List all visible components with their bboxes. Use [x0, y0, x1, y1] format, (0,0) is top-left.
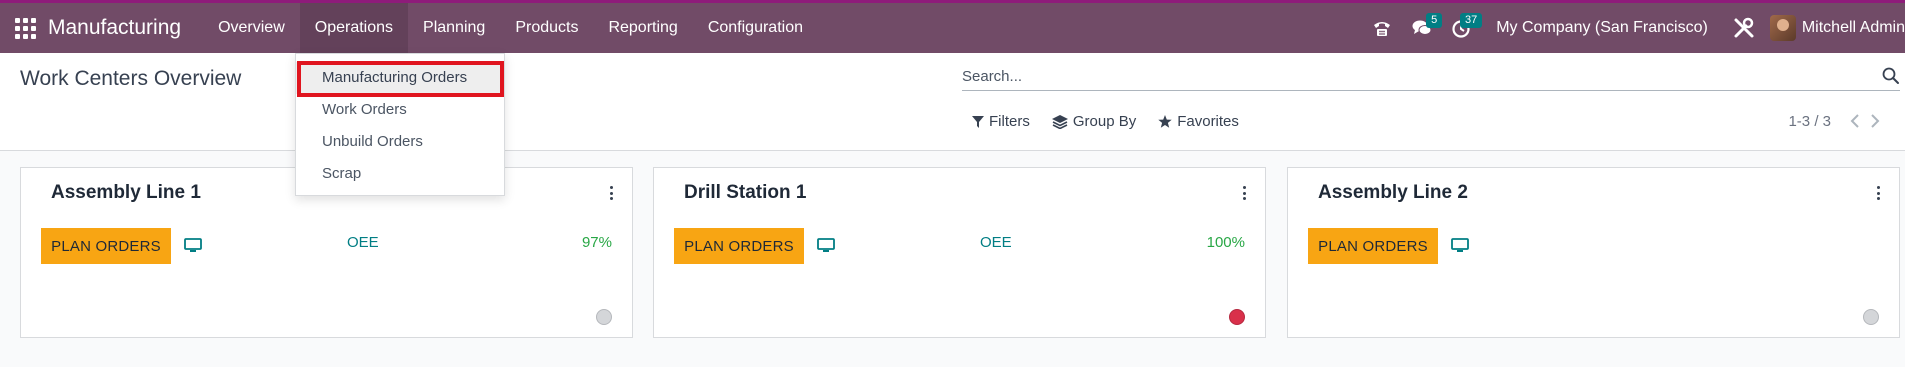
control-panel: Work Centers Overview Filters Group By F… [0, 53, 1905, 151]
status-indicator[interactable] [1863, 309, 1879, 325]
menu-configuration[interactable]: Configuration [693, 3, 818, 53]
star-icon [1158, 114, 1172, 128]
user-menu[interactable]: Mitchell Admin [1769, 15, 1905, 41]
card-title[interactable]: Assembly Line 2 [1318, 182, 1468, 204]
search-input[interactable] [962, 63, 1900, 89]
pager-value[interactable]: 1-3 / 3 [1788, 113, 1831, 130]
plan-orders-button[interactable]: PLAN ORDERS [1308, 228, 1438, 264]
status-indicator[interactable] [1229, 309, 1245, 325]
monitor-icon[interactable] [817, 238, 835, 258]
layers-icon [1051, 114, 1068, 129]
chevron-left-icon[interactable] [1845, 111, 1865, 131]
phone-icon[interactable] [1362, 3, 1402, 53]
top-navbar: Manufacturing Overview Operations Planni… [0, 0, 1905, 53]
company-switcher[interactable]: My Company (San Francisco) [1496, 19, 1708, 37]
filters-label: Filters [989, 113, 1030, 130]
monitor-icon[interactable] [184, 238, 202, 258]
menu-item-scrap[interactable]: Scrap [296, 158, 504, 190]
search-bar [962, 63, 1900, 91]
monitor-icon[interactable] [1451, 238, 1469, 258]
search-icon[interactable] [1882, 67, 1900, 90]
pager: 1-3 / 3 [1788, 111, 1885, 131]
chat-icon[interactable]: 5 [1402, 3, 1443, 53]
messages-badge: 5 [1426, 13, 1443, 28]
oee-value: 100% [1206, 234, 1245, 251]
workcenter-card: Drill Station 1 PLAN ORDERS OEE 100% [653, 167, 1266, 338]
menu-reporting[interactable]: Reporting [593, 3, 692, 53]
workcenter-card: Assembly Line 2 PLAN ORDERS [1287, 167, 1900, 338]
avatar [1769, 15, 1796, 41]
oee-value: 97% [581, 234, 612, 251]
menu-operations[interactable]: Operations [299, 3, 409, 53]
systray: 5 37 My Company (San Francisco) Mitchell… [1362, 3, 1905, 53]
group-by-button[interactable]: Group By [1051, 113, 1137, 130]
group-by-label: Group By [1072, 113, 1137, 130]
filter-icon [972, 115, 984, 128]
favorites-button[interactable]: Favorites [1158, 113, 1239, 130]
card-title[interactable]: Drill Station 1 [684, 182, 806, 204]
card-title[interactable]: Assembly Line 1 [51, 182, 201, 204]
apps-grid-icon[interactable] [14, 17, 36, 39]
activities-badge: 37 [1459, 13, 1483, 28]
menu-planning[interactable]: Planning [408, 3, 500, 53]
filters-button[interactable]: Filters [972, 113, 1030, 130]
plan-orders-button[interactable]: PLAN ORDERS [674, 228, 804, 264]
status-indicator[interactable] [596, 309, 612, 325]
favorites-label: Favorites [1177, 113, 1239, 130]
tools-icon[interactable] [1726, 3, 1762, 53]
user-name: Mitchell Admin [1801, 19, 1905, 36]
menu-item-work-orders[interactable]: Work Orders [296, 94, 504, 126]
page-title: Work Centers Overview [20, 67, 242, 90]
plan-orders-button[interactable]: PLAN ORDERS [41, 228, 171, 264]
kebab-menu-icon[interactable] [1237, 184, 1251, 202]
menu-item-unbuild-orders[interactable]: Unbuild Orders [296, 126, 504, 158]
operations-dropdown: Manufacturing Orders Work Orders Unbuild… [295, 53, 505, 196]
chevron-right-icon[interactable] [1865, 111, 1885, 131]
menu-overview[interactable]: Overview [203, 3, 300, 53]
app-brand[interactable]: Manufacturing [48, 16, 181, 40]
menu-products[interactable]: Products [500, 3, 593, 53]
menu-item-manufacturing-orders[interactable]: Manufacturing Orders [296, 62, 504, 94]
search-options: Filters Group By Favorites [972, 113, 1261, 130]
oee-label[interactable]: OEE [980, 234, 1012, 251]
clock-icon[interactable]: 37 [1442, 3, 1483, 53]
kebab-menu-icon[interactable] [1871, 184, 1885, 202]
oee-label[interactable]: OEE [347, 234, 379, 251]
kebab-menu-icon[interactable] [604, 184, 618, 202]
